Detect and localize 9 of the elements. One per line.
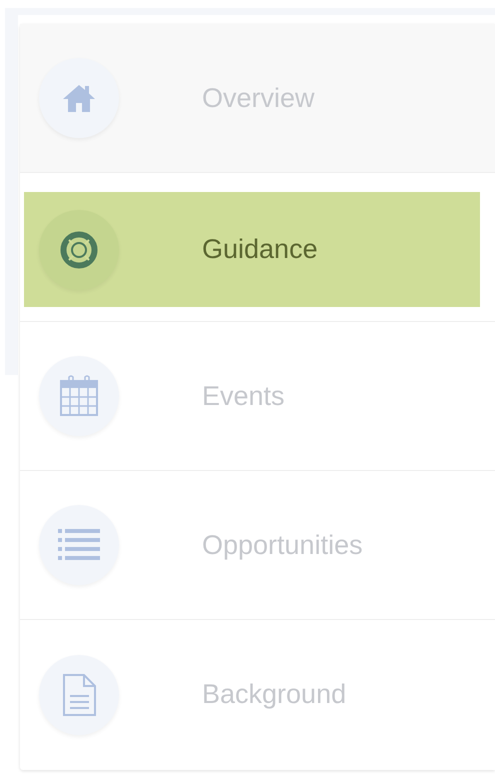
nav-item[interactable]: Background	[20, 620, 495, 769]
nav-item[interactable]: Events	[20, 322, 495, 470]
document-icon	[61, 674, 97, 716]
lifebuoy-icon	[59, 230, 99, 270]
list-icon	[58, 528, 100, 562]
nav-item[interactable]: Opportunities	[20, 471, 495, 619]
calendar-icon	[59, 375, 99, 417]
nav-item[interactable]: Guidance	[24, 192, 480, 307]
home-icon	[61, 83, 97, 113]
